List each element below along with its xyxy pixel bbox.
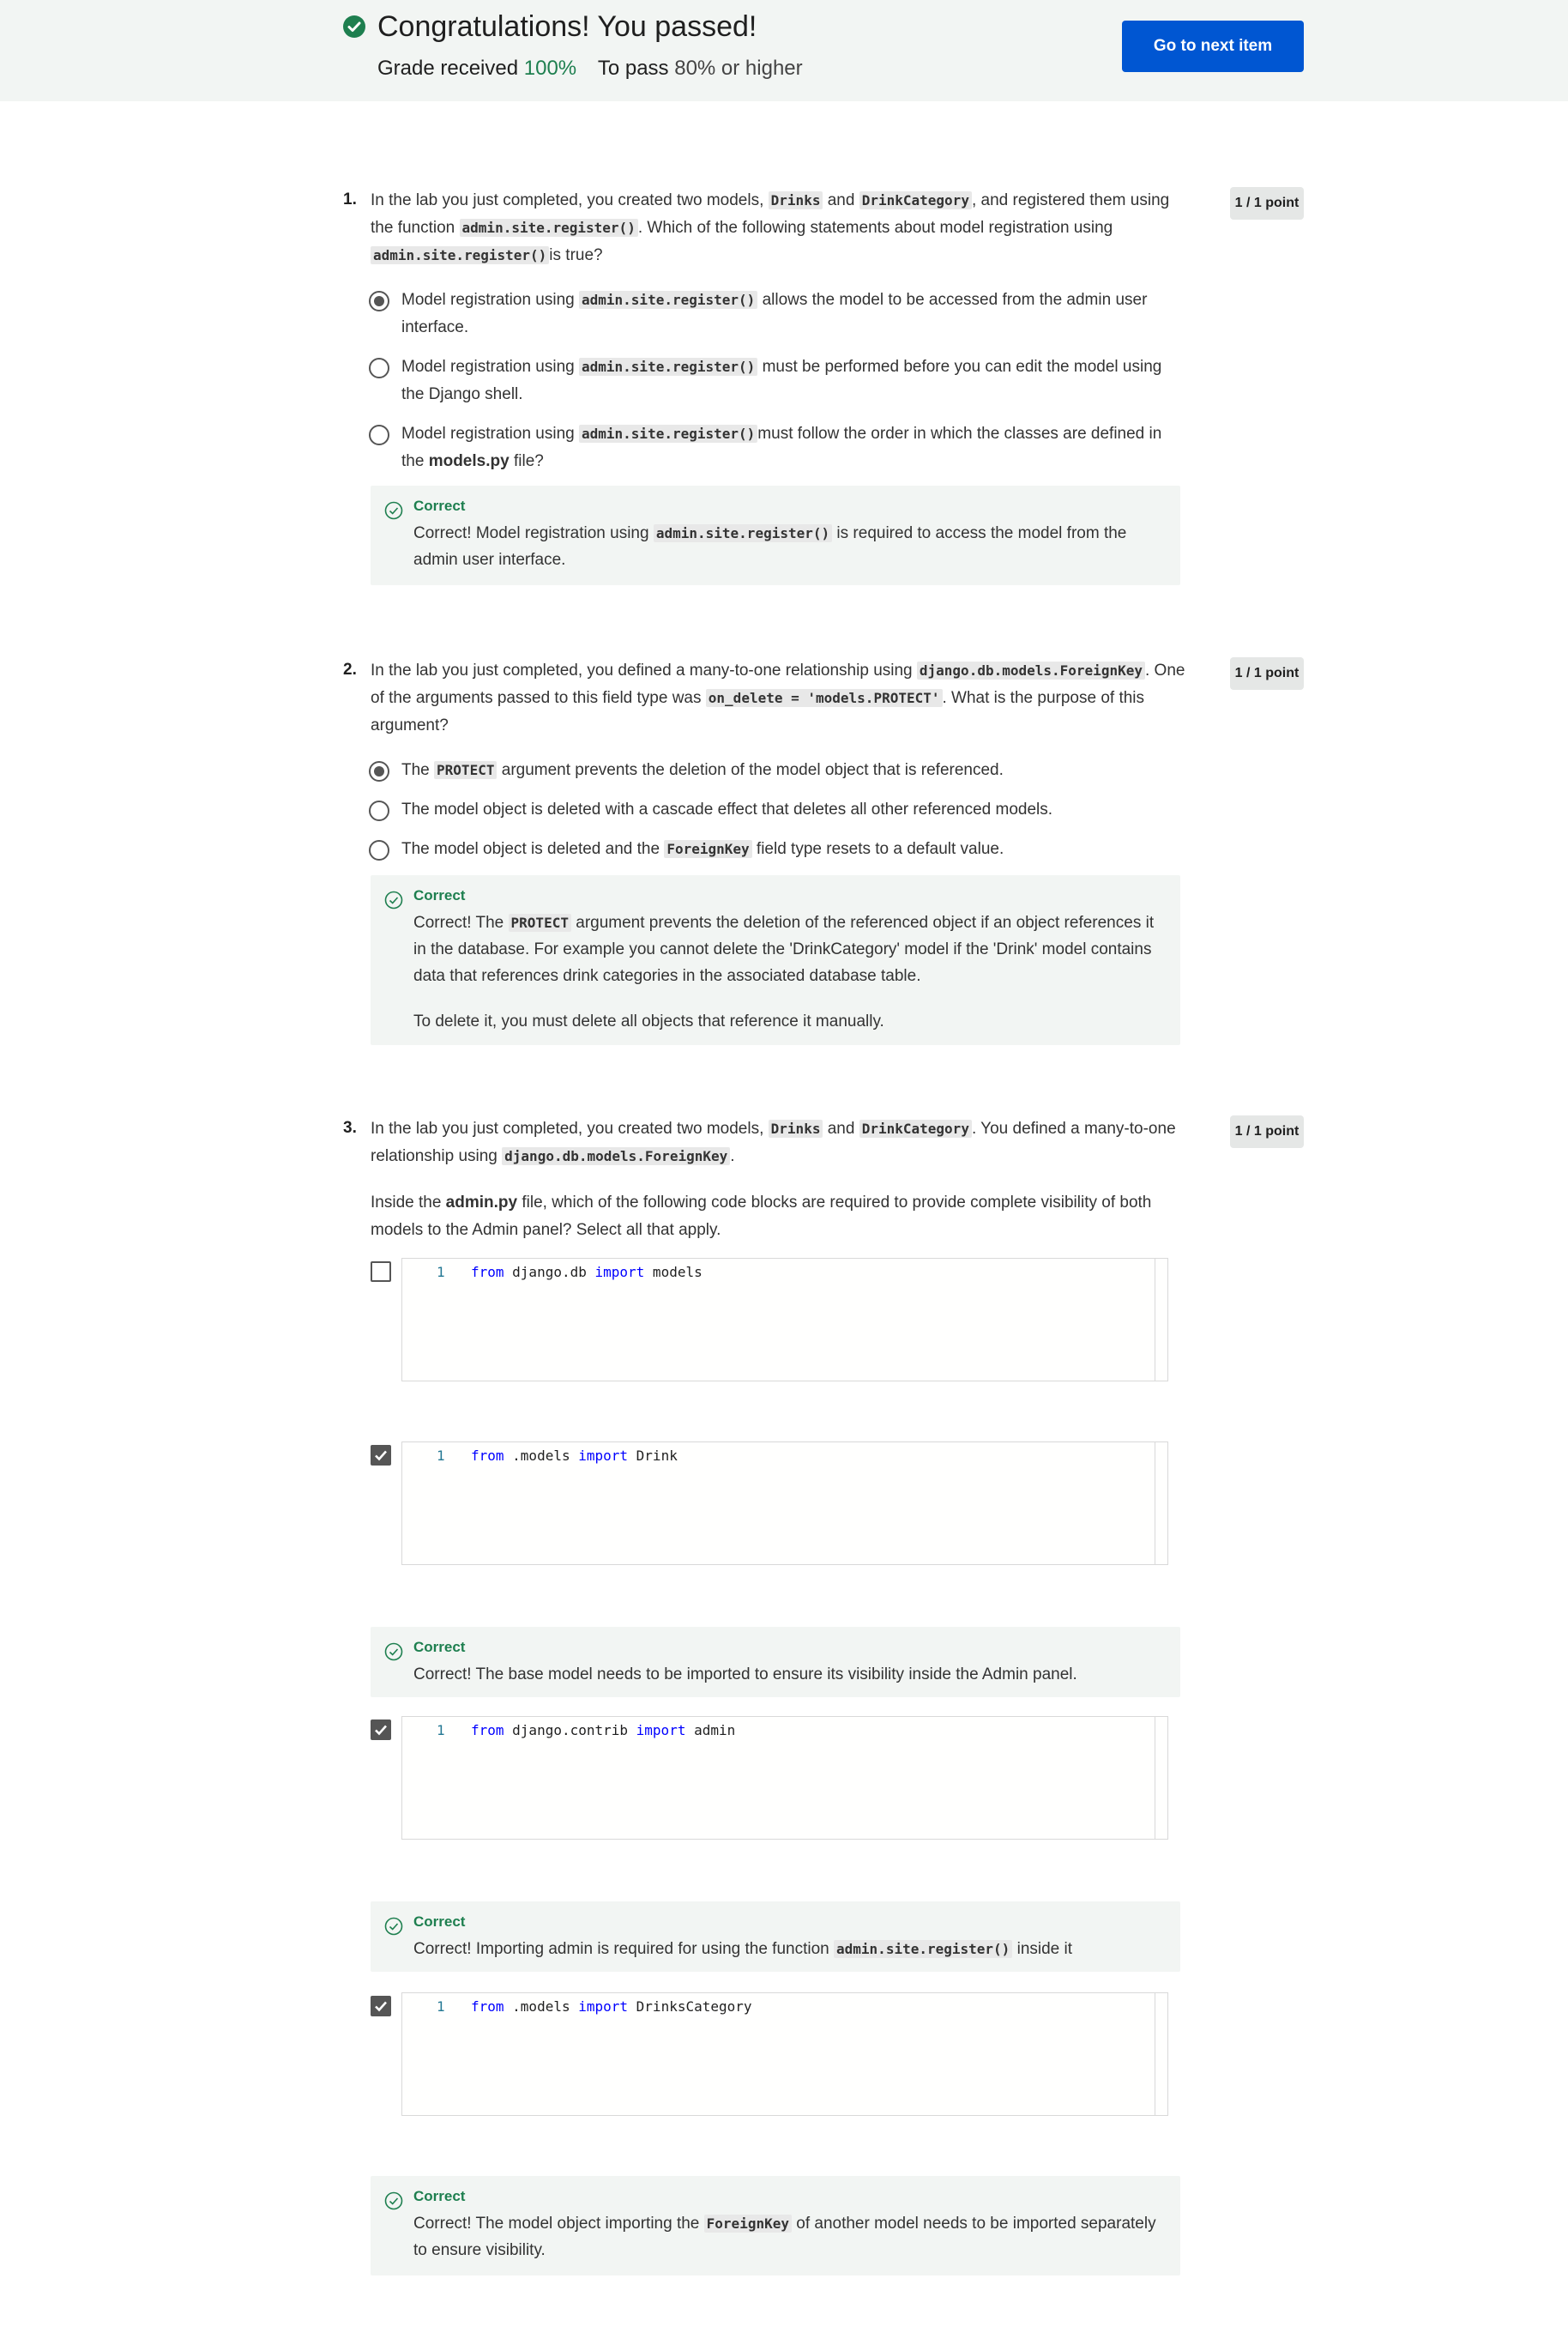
radio-selected[interactable]	[369, 761, 389, 782]
checkbox-unchecked[interactable]	[371, 1261, 391, 1282]
question-number: 3.	[343, 1119, 357, 1137]
feedback-text: Correct! The base model needs to be impo…	[413, 1665, 1077, 1683]
go-to-next-item-button[interactable]: Go to next item	[1122, 21, 1304, 72]
pass-value: 80% or higher	[674, 57, 803, 80]
grade-label: Grade received	[377, 57, 519, 80]
checkbox-checked[interactable]	[371, 1996, 391, 2016]
radio-unselected[interactable]	[369, 840, 389, 861]
code-block: 1 from .models import Drink	[401, 1441, 1168, 1565]
check-circle-icon	[343, 15, 365, 38]
grade-summary: Grade received 100% To pass 80% or highe…	[377, 57, 803, 81]
feedback-label: Correct	[413, 1913, 466, 1930]
question-text: In the lab you just completed, you creat…	[371, 1120, 1176, 1239]
result-title: Congratulations! You passed!	[377, 10, 757, 43]
radio-unselected[interactable]	[369, 358, 389, 378]
checkbox-checked[interactable]	[371, 1445, 391, 1466]
feedback-correct: Correct Correct! The base model needs to…	[371, 1627, 1180, 1697]
points-badge: 1 / 1 point	[1230, 657, 1304, 690]
result-header: Congratulations! You passed! Grade recei…	[0, 0, 1568, 101]
points-badge: 1 / 1 point	[1230, 1115, 1304, 1148]
points-badge: 1 / 1 point	[1230, 187, 1304, 220]
feedback-label: Correct	[413, 2188, 466, 2204]
feedback-correct: Correct Correct! Importing admin is requ…	[371, 1901, 1180, 1972]
checkbox-checked[interactable]	[371, 1719, 391, 1740]
code-block: 1 from .models import DrinksCategory	[401, 1992, 1168, 2116]
feedback-label: Correct	[413, 1639, 466, 1655]
feedback-text: Correct! Importing admin is required for…	[413, 1940, 1073, 1958]
check-circle-outline-icon	[384, 1917, 403, 1936]
check-circle-outline-icon	[384, 501, 403, 520]
question-number: 2.	[343, 661, 357, 679]
feedback-text: Correct! The model object importing the …	[413, 2215, 1156, 2259]
feedback-text: Correct! The PROTECT argument prevents t…	[413, 914, 1155, 1030]
feedback-correct: Correct Correct! The model object import…	[371, 2176, 1180, 2275]
radio-unselected[interactable]	[369, 801, 389, 821]
radio-unselected[interactable]	[369, 425, 389, 445]
code-block: 1 from django.db import models	[401, 1258, 1168, 1381]
feedback-label: Correct	[413, 887, 466, 904]
code-block: 1 from django.contrib import admin	[401, 1716, 1168, 1840]
pass-label: To pass	[597, 57, 669, 80]
question-number: 1.	[343, 190, 357, 209]
question-text: In the lab you just completed, you creat…	[371, 191, 1170, 264]
question-text: In the lab you just completed, you defin…	[371, 662, 1185, 734]
radio-selected[interactable]	[369, 291, 389, 311]
feedback-text: Correct! Model registration using admin.…	[413, 524, 1127, 569]
check-circle-outline-icon	[384, 1642, 403, 1661]
check-circle-outline-icon	[384, 891, 403, 910]
feedback-correct: Correct Correct! Model registration usin…	[371, 486, 1180, 585]
feedback-correct: Correct Correct! The PROTECT argument pr…	[371, 875, 1180, 1045]
grade-value: 100%	[523, 57, 577, 80]
feedback-label: Correct	[413, 498, 466, 514]
check-circle-outline-icon	[384, 2191, 403, 2210]
